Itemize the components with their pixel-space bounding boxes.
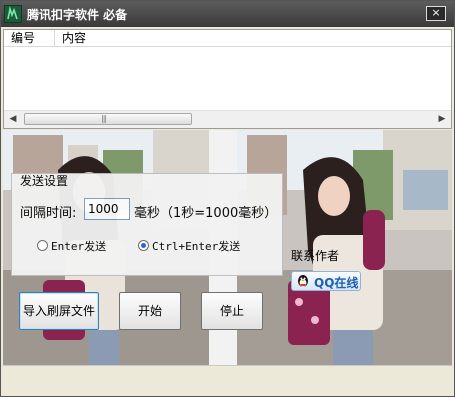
column-header-content[interactable]: 内容	[62, 31, 86, 45]
radio-enter-label[interactable]: Enter发送	[51, 238, 106, 254]
radio-enter[interactable]	[37, 240, 48, 251]
app-window: 腾讯扣字软件 必备 × 编号 内容 ◀ ||| ▶ 发送设置 间隔时间: 100…	[0, 0, 455, 397]
app-logo-icon	[4, 5, 22, 23]
title-bar[interactable]: 腾讯扣字软件 必备 ×	[1, 1, 454, 27]
qq-online-label: QQ在线	[314, 276, 359, 290]
qq-penguin-icon	[295, 273, 311, 292]
interval-label: 间隔时间:	[20, 206, 77, 221]
close-button[interactable]: ×	[426, 6, 446, 21]
qq-online-button[interactable]: QQ在线	[291, 271, 361, 291]
scroll-left-arrow-icon[interactable]: ◀	[6, 113, 20, 126]
scroll-grip: |||	[101, 114, 107, 123]
horizontal-scrollbar[interactable]: ◀ ||| ▶	[4, 110, 451, 128]
send-settings-group: 发送设置 间隔时间: 1000 毫秒（1秒=1000毫秒） Enter发送 Ct…	[11, 173, 283, 276]
start-button[interactable]: 开始	[119, 292, 181, 330]
column-header-id[interactable]: 编号	[11, 31, 35, 45]
close-icon: ×	[431, 6, 441, 19]
scroll-right-arrow-icon[interactable]: ▶	[435, 113, 449, 126]
list-header: 编号 内容	[4, 30, 451, 47]
interval-input[interactable]: 1000	[84, 198, 130, 220]
import-file-button[interactable]: 导入刷屏文件	[19, 292, 99, 330]
column-divider[interactable]	[54, 30, 55, 46]
settings-group-title: 发送设置	[20, 174, 69, 188]
interval-unit-label: 毫秒（1秒=1000毫秒）	[134, 206, 278, 221]
window-title: 腾讯扣字软件 必备	[27, 8, 128, 22]
scrollbar-thumb[interactable]: |||	[24, 113, 192, 125]
status-bar	[3, 365, 452, 394]
radio-ctrl-enter[interactable]	[138, 240, 149, 251]
stop-button[interactable]: 停止	[201, 292, 263, 330]
radio-ctrl-enter-label[interactable]: Ctrl+Enter发送	[152, 238, 240, 254]
contact-author-label: 联系作者	[291, 249, 340, 263]
message-list[interactable]: 编号 内容 ◀ ||| ▶	[3, 29, 452, 129]
